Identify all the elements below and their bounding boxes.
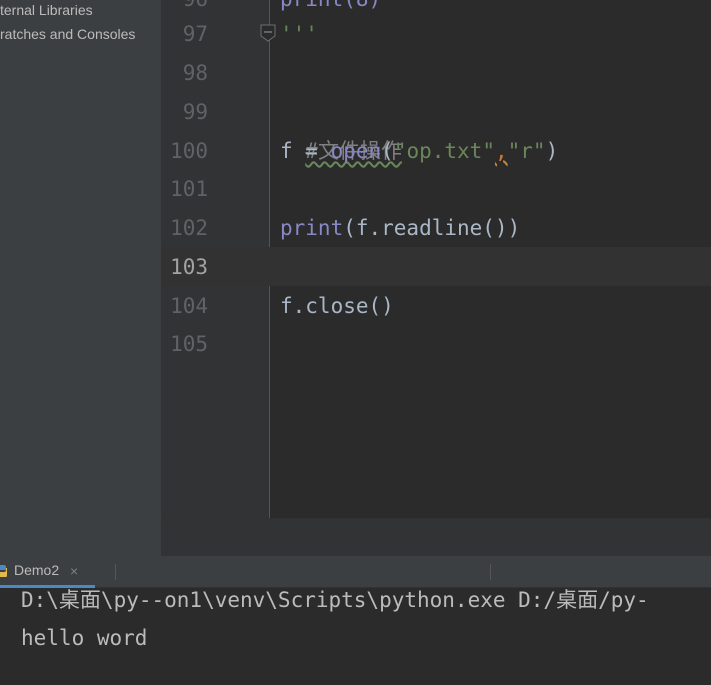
tree-item-external-libraries[interactable]: ternal Libraries: [0, 0, 93, 22]
code-line-100: f = open("op.txt","r"): [280, 132, 558, 171]
code-token-builtin: open: [330, 139, 382, 163]
line-number: 105: [170, 332, 208, 356]
line-number: 99: [182, 100, 208, 124]
console-output-line: D:\桌面\py--on1\venv\Scripts\python.exe D:…: [21, 588, 649, 612]
toolbar-separator: [490, 564, 491, 580]
close-icon[interactable]: ×: [70, 563, 78, 579]
code-token-string: "r": [507, 139, 546, 163]
tree-item-scratches-and-consoles[interactable]: ratches and Consoles: [0, 22, 135, 46]
fold-marker-icon[interactable]: [260, 24, 276, 42]
code-line-104: f.close(): [280, 294, 394, 318]
console-output-line: hello word: [21, 626, 148, 650]
line-number: 101: [170, 177, 208, 201]
code-token: (f.readline()): [343, 216, 521, 240]
tree-item-label: ratches and Consoles: [0, 26, 136, 42]
toolbar-separator: [115, 564, 116, 580]
line-number: 97: [182, 22, 208, 46]
code-token-string: "op.txt": [393, 139, 495, 163]
editor-bottom-band: [162, 518, 711, 557]
line-number: 102: [170, 216, 208, 240]
project-tree-panel: ternal Libraries ratches and Consoles: [0, 0, 162, 556]
code-token: (: [381, 139, 394, 163]
code-token: f =: [280, 139, 331, 163]
tree-item-label: ternal Libraries: [0, 2, 93, 18]
current-line-highlight: [162, 247, 711, 286]
code-line-102: print(f.readline()): [280, 209, 520, 248]
python-icon: [0, 565, 7, 577]
code-token: ): [545, 139, 559, 163]
line-number: 104: [170, 294, 208, 318]
line-number: 100: [170, 139, 208, 163]
code-line-99: #文件操作: [280, 93, 402, 163]
line-number: 98: [182, 61, 208, 85]
code-token-comma: ,: [494, 139, 508, 163]
run-tab-label: Demo2: [14, 562, 60, 578]
run-console[interactable]: D:\桌面\py--on1\venv\Scripts\python.exe D:…: [0, 588, 711, 685]
code-line-97: ''': [280, 22, 318, 46]
code-token-builtin: print: [280, 216, 344, 240]
line-number-current: 103: [170, 255, 208, 279]
